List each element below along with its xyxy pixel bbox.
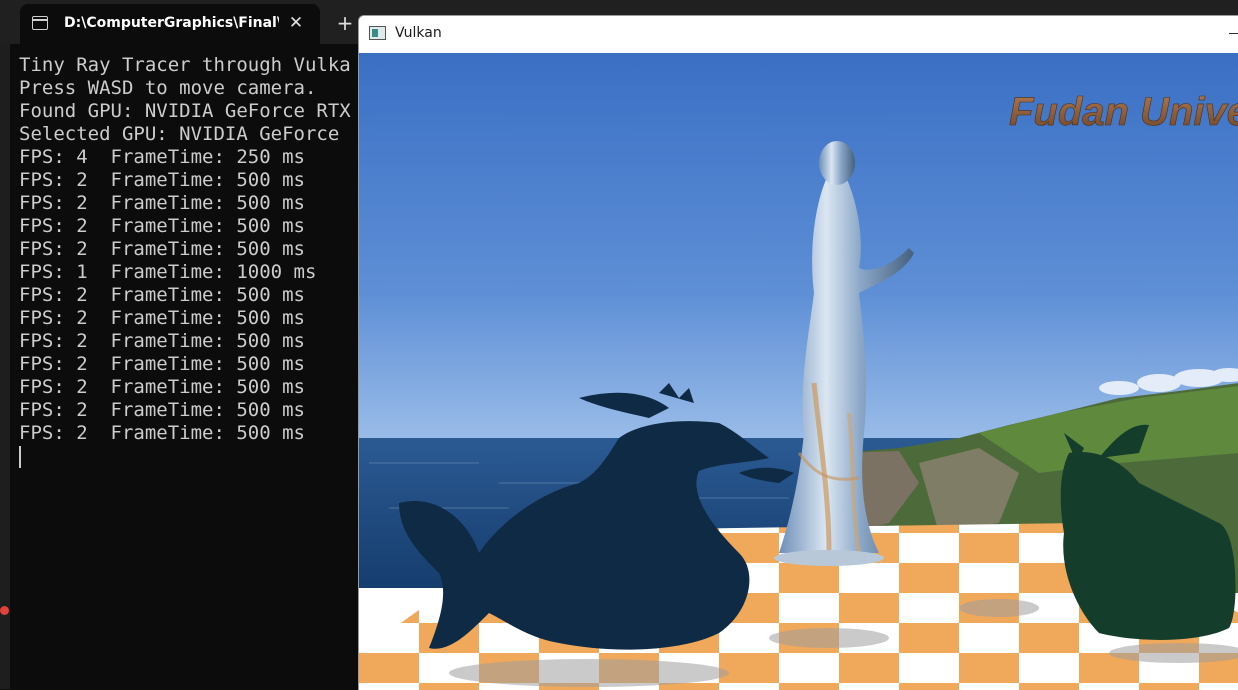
error-indicator-icon bbox=[0, 606, 9, 615]
terminal-line: Press WASD to move camera. bbox=[19, 77, 317, 99]
terminal-line: FPS: 1 FrameTime: 1000 ms bbox=[19, 261, 317, 283]
terminal-line: FPS: 2 FrameTime: 500 ms bbox=[19, 169, 305, 191]
scene-banner: Fudan Univer bbox=[1009, 90, 1238, 134]
terminal-line: FPS: 4 FrameTime: 250 ms bbox=[19, 146, 305, 168]
terminal-line: FPS: 2 FrameTime: 500 ms bbox=[19, 284, 305, 306]
minimize-button[interactable] bbox=[1229, 33, 1238, 34]
terminal-line: FPS: 2 FrameTime: 500 ms bbox=[19, 330, 305, 352]
window-title: Vulkan bbox=[395, 25, 442, 41]
app-window-icon bbox=[369, 26, 386, 40]
terminal-line: FPS: 2 FrameTime: 500 ms bbox=[19, 399, 305, 421]
render-viewport[interactable]: Fudan Univer bbox=[359, 53, 1238, 690]
vulkan-window[interactable]: Vulkan Fudan Univ bbox=[358, 15, 1238, 690]
terminal-output[interactable]: Tiny Ray Tracer through Vulka Press WASD… bbox=[10, 44, 360, 689]
vulkan-titlebar[interactable]: Vulkan bbox=[359, 16, 1238, 53]
terminal-tab[interactable]: D:\ComputerGraphics\Final\Fi ✕ bbox=[20, 4, 320, 44]
console-icon bbox=[32, 16, 48, 30]
terminal-line: FPS: 2 FrameTime: 500 ms bbox=[19, 376, 305, 398]
terminal-line: FPS: 2 FrameTime: 500 ms bbox=[19, 215, 305, 237]
close-tab-icon[interactable]: ✕ bbox=[285, 12, 307, 34]
new-tab-button[interactable]: + bbox=[334, 12, 356, 34]
terminal-line: Selected GPU: NVIDIA GeForce bbox=[19, 123, 340, 145]
tab-title: D:\ComputerGraphics\Final\Fi bbox=[64, 15, 279, 31]
terminal-line: FPS: 2 FrameTime: 500 ms bbox=[19, 192, 305, 214]
terminal-line: FPS: 2 FrameTime: 500 ms bbox=[19, 353, 305, 375]
terminal-line: Tiny Ray Tracer through Vulka bbox=[19, 54, 351, 76]
terminal-line: FPS: 2 FrameTime: 500 ms bbox=[19, 422, 305, 444]
terminal-line: Found GPU: NVIDIA GeForce RTX bbox=[19, 100, 351, 122]
text-cursor bbox=[19, 446, 21, 468]
terminal-line: FPS: 2 FrameTime: 500 ms bbox=[19, 307, 305, 329]
terminal-line: FPS: 2 FrameTime: 500 ms bbox=[19, 238, 305, 260]
